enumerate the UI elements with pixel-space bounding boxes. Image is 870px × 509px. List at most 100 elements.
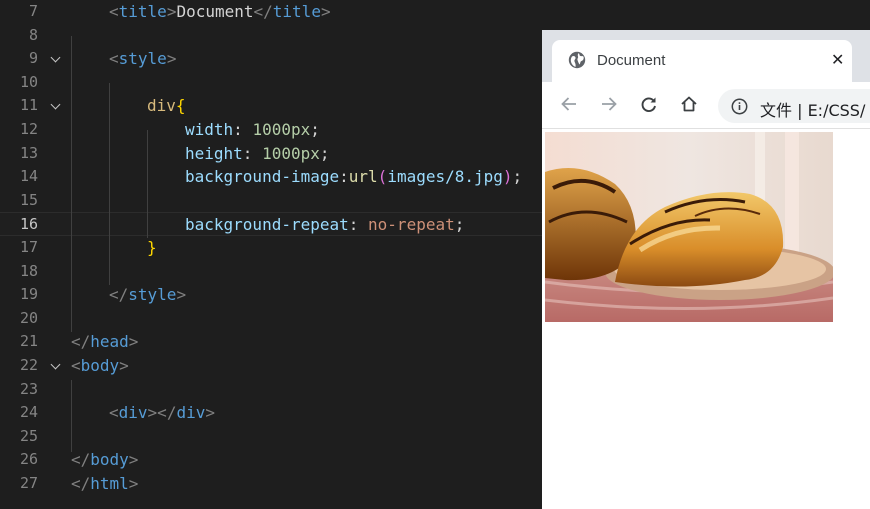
code-token: height — [185, 143, 243, 163]
line-number: 10 — [19, 72, 38, 91]
code-token: html — [90, 474, 129, 493]
code-token: > — [166, 2, 177, 21]
code-line[interactable]: 8 — [0, 24, 542, 48]
code-token: style — [118, 49, 167, 69]
code-line[interactable]: 26 </body> — [0, 448, 542, 472]
code-token: body — [80, 356, 120, 375]
info-icon[interactable] — [731, 98, 748, 115]
line-number: 14 — [19, 167, 38, 186]
code-line[interactable]: 19 </style> — [0, 283, 542, 307]
code-token: Document — [176, 2, 254, 21]
code-line[interactable]: 7 <title>Document</title> — [0, 0, 542, 24]
code-line[interactable]: 23 — [0, 378, 542, 402]
code-text: height: 1000px; — [185, 142, 330, 166]
code-text: div{ — [147, 94, 186, 118]
code-token: title — [118, 2, 167, 21]
code-line[interactable]: 17} — [0, 236, 542, 260]
line-number: 25 — [19, 426, 38, 445]
url-text[interactable]: 文件 | E:/CSS/ — [760, 97, 865, 121]
indent-guide — [71, 36, 72, 332]
code-line[interactable]: 15 — [0, 189, 542, 213]
line-number: 16 — [19, 215, 38, 234]
code-line[interactable]: 12 width: 1000px; — [0, 118, 542, 142]
code-token: : — [339, 167, 349, 187]
code-token: style — [128, 285, 177, 305]
code-text: </head> — [71, 330, 138, 354]
code-line[interactable]: 25 — [0, 425, 542, 449]
code-line[interactable]: 27 </html> — [0, 472, 542, 496]
code-line[interactable]: 21 </head> — [0, 330, 542, 354]
code-token: 1000px — [252, 120, 311, 139]
code-token: : — [348, 215, 369, 235]
code-token: : — [233, 120, 253, 139]
code-token: </ — [71, 474, 91, 493]
code-text: <div></div> — [109, 401, 215, 425]
code-line[interactable]: 11 div{ — [0, 94, 542, 118]
code-token: background-image — [185, 167, 340, 187]
code-token: ; — [319, 143, 330, 163]
code-token: : — [242, 143, 263, 163]
address-bar[interactable]: 文件 | E:/CSS/ — [718, 89, 870, 123]
code-token: > — [128, 332, 139, 352]
code-text: background-repeat: no-repeat; — [185, 213, 464, 237]
code-line[interactable]: 18 — [0, 260, 542, 284]
code-line[interactable]: 10 — [0, 71, 542, 95]
code-text: </style> — [109, 283, 186, 307]
code-line[interactable]: 16 background-repeat: no-repeat; — [0, 212, 542, 236]
code-token: ) — [502, 167, 513, 187]
line-number: 15 — [19, 190, 38, 209]
line-number: 12 — [19, 120, 38, 138]
code-token: images/8.jpg — [387, 167, 503, 187]
code-line[interactable]: 14 background-image:url(images/8.jpg); — [0, 165, 542, 189]
line-number: 19 — [19, 285, 38, 304]
tab-strip: Document ✕ — [542, 30, 870, 82]
code-token: < — [109, 49, 119, 69]
code-token: } — [147, 238, 157, 257]
code-token: div — [118, 403, 148, 423]
line-number: 26 — [19, 450, 38, 469]
code-text: </body> — [71, 448, 138, 472]
code-token: 1000px — [262, 143, 320, 163]
line-number: 22 — [19, 356, 38, 374]
code-line[interactable]: 13 height: 1000px; — [0, 142, 542, 166]
code-token: < — [109, 2, 119, 21]
code-token: </ — [71, 450, 91, 470]
code-token: > — [205, 403, 215, 423]
code-line[interactable]: 22 <body> — [0, 354, 542, 378]
code-token: no-repeat — [368, 215, 455, 235]
line-number: 8 — [28, 25, 38, 44]
indent-guide — [71, 380, 72, 452]
code-line[interactable]: 24 <div></div> — [0, 401, 542, 425]
code-token: width — [185, 120, 234, 139]
forward-arrow-icon[interactable] — [599, 94, 619, 114]
code-token: ; — [512, 167, 523, 187]
code-token: ( — [377, 167, 388, 187]
code-line[interactable]: 9 <style> — [0, 47, 542, 71]
code-editor[interactable]: 7 <title>Document</title> 8 9 <style> 10 11 div… — [0, 0, 542, 509]
browser-toolbar: 文件 | E:/CSS/ — [542, 82, 870, 129]
fold-chevron-icon[interactable] — [48, 354, 64, 378]
page-viewport — [542, 129, 870, 509]
code-text: width: 1000px; — [185, 118, 320, 142]
indent-guide — [109, 83, 110, 285]
back-arrow-icon[interactable] — [559, 94, 579, 114]
fold-chevron-icon[interactable] — [48, 47, 64, 71]
code-token: < — [109, 403, 119, 423]
code-token: background-repeat — [185, 215, 349, 235]
code-text: background-image:url(images/8.jpg); — [185, 165, 522, 189]
line-number: 13 — [19, 143, 38, 162]
code-token: body — [90, 450, 129, 470]
home-icon[interactable] — [679, 94, 699, 114]
reload-icon[interactable] — [639, 94, 659, 114]
tab-document[interactable]: Document ✕ — [552, 40, 852, 82]
code-text: </html> — [71, 472, 138, 496]
code-line[interactable]: 20 — [0, 307, 542, 331]
line-number: 9 — [28, 49, 38, 68]
line-number: 23 — [19, 379, 38, 398]
line-number: 18 — [19, 261, 38, 280]
fold-chevron-icon[interactable] — [48, 94, 64, 118]
code-token: > — [320, 2, 331, 21]
line-number: 20 — [19, 308, 38, 327]
close-tab-icon[interactable]: ✕ — [831, 50, 844, 70]
code-token: title — [272, 2, 321, 21]
